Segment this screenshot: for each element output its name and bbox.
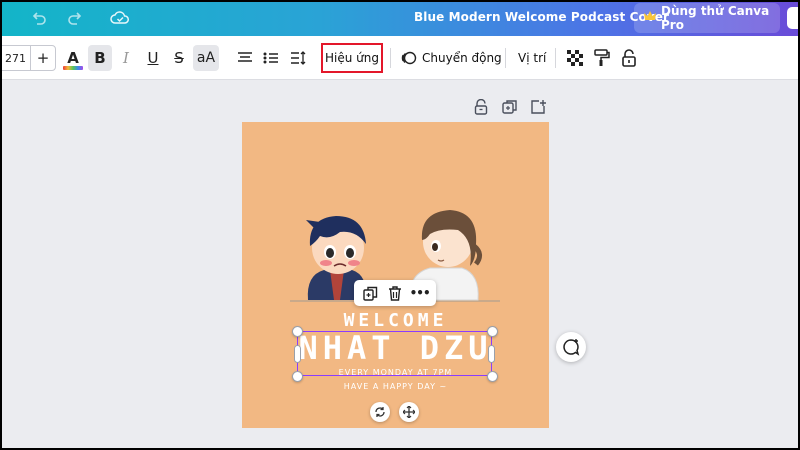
divider <box>555 48 556 68</box>
more-icon[interactable]: ••• <box>410 283 431 303</box>
undo-icon[interactable] <box>30 9 50 27</box>
effects-button[interactable]: Hiệu ứng <box>321 43 383 73</box>
selection-box <box>297 331 492 376</box>
resize-handle-bottom-right[interactable] <box>487 371 498 382</box>
italic-button[interactable]: I <box>115 45 137 71</box>
copy-icon[interactable] <box>360 283 380 303</box>
strikethrough-button[interactable]: S <box>168 45 190 71</box>
resize-handle-top-right[interactable] <box>487 326 498 337</box>
greeting-text[interactable]: HAVE A HAPPY DAY ~ <box>242 382 549 391</box>
lock-icon[interactable] <box>619 45 639 71</box>
paint-roller-icon[interactable] <box>592 45 612 71</box>
position-button[interactable]: Vị trí <box>518 45 546 71</box>
move-button[interactable] <box>399 402 419 422</box>
transparency-icon[interactable] <box>565 45 585 71</box>
try-canva-pro-button[interactable]: Dùng thử Canva Pro <box>634 3 780 33</box>
font-size-increase-button[interactable]: + <box>30 45 56 71</box>
element-context-menu: ••• <box>354 280 436 306</box>
letter-case-button[interactable]: aA <box>193 45 219 71</box>
add-page-icon[interactable] <box>530 99 546 117</box>
comment-add-icon <box>562 338 580 356</box>
rotate-button[interactable] <box>370 402 390 422</box>
lock-page-icon[interactable] <box>474 98 490 117</box>
divider <box>505 48 506 68</box>
add-comment-button[interactable] <box>556 332 586 362</box>
rotate-icon <box>374 406 386 418</box>
animate-label: Chuyển động <box>422 51 502 65</box>
divider <box>390 48 391 68</box>
cloud-save-icon[interactable] <box>110 9 130 27</box>
share-button-edge[interactable] <box>787 7 800 29</box>
color-swatch-bar <box>63 66 83 70</box>
crown-icon <box>644 11 656 25</box>
resize-handle-left[interactable] <box>294 345 301 363</box>
move-icon <box>403 406 415 418</box>
line-spacing-icon[interactable] <box>287 45 309 71</box>
duplicate-icon[interactable] <box>502 99 518 117</box>
animate-icon <box>401 50 417 66</box>
welcome-text[interactable]: WELCOME <box>242 310 549 331</box>
list-icon[interactable] <box>260 45 282 71</box>
resize-handle-top-left[interactable] <box>292 326 303 337</box>
animate-button[interactable]: Chuyển động <box>401 45 502 71</box>
resize-handle-bottom-left[interactable] <box>292 371 303 382</box>
resize-handle-right[interactable] <box>488 345 495 363</box>
top-bar: Blue Modern Welcome Podcast Cover Dùng t… <box>0 0 800 36</box>
bold-button[interactable]: B <box>88 45 112 71</box>
underline-button[interactable]: U <box>142 45 164 71</box>
try-canva-pro-label: Dùng thử Canva Pro <box>661 4 770 32</box>
text-toolbar: 271 + A B I U S aA Hiệu ứng Chuyển động … <box>0 36 800 80</box>
document-title[interactable]: Blue Modern Welcome Podcast Cover <box>414 10 669 24</box>
redo-icon[interactable] <box>66 9 86 27</box>
text-color-icon: A <box>67 49 79 67</box>
trash-icon[interactable] <box>385 283 405 303</box>
font-size-input[interactable]: 271 <box>0 45 30 71</box>
align-center-icon[interactable] <box>234 45 256 71</box>
